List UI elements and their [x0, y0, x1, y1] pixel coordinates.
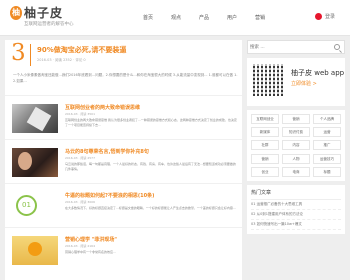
- list-item[interactable]: 01 牛逼的标题如何起?不要浪的相思(10条) 2016-03 · 阅读 300…: [5, 183, 242, 227]
- article-title[interactable]: 互联网创业者的两大致命错误思维: [65, 104, 140, 111]
- article-meta: 2016-03 · 阅读 2164: [65, 244, 95, 248]
- article-list: 互联网创业者的两大致命错误思维 2016-03 · 阅读 3501 互联网创业的…: [5, 95, 242, 271]
- article-meta: 2016-03 · 阅读 3006: [65, 200, 95, 204]
- article-title[interactable]: 牛逼的标题如何起?不要浪的相思(10条): [65, 192, 154, 199]
- article-feed: 3 90%做淘宝必死,请不要装逼 2016-03 · 阅读 2352 · 评论 …: [5, 40, 242, 280]
- main-nav: 首页 观点 产品 用户 营销: [143, 14, 283, 21]
- tag-item[interactable]: 营销: [251, 154, 279, 164]
- app-name: 柚子皮 web app: [291, 69, 345, 77]
- thumbnail-label: 01: [16, 195, 37, 216]
- nav-product[interactable]: 产品: [199, 14, 227, 21]
- weibo-icon: [315, 13, 322, 20]
- featured-divider: [30, 44, 31, 66]
- hot-article-link[interactable]: 03 如何快速写出一篇10w+爆文: [251, 220, 341, 230]
- tag-item[interactable]: 标题: [313, 167, 341, 177]
- featured-rank: 3: [11, 40, 26, 66]
- list-item[interactable]: 营销心理学 "菲洪现场" 2016-03 · 阅读 2164 营销心理学中有一个…: [5, 227, 242, 271]
- nav-home[interactable]: 首页: [143, 14, 171, 21]
- tag-item[interactable]: 社群: [251, 140, 279, 150]
- search-box: [247, 40, 345, 54]
- tag-item[interactable]: 营销: [282, 114, 310, 124]
- tag-item[interactable]: 新媒体: [251, 127, 279, 137]
- article-thumbnail[interactable]: [12, 236, 58, 265]
- thumbnail-graphic: [26, 106, 52, 132]
- article-thumbnail[interactable]: [12, 148, 58, 177]
- article-title[interactable]: 营销心理学 "菲洪现场": [65, 236, 117, 243]
- tag-item[interactable]: 运营技巧: [313, 154, 341, 164]
- article-excerpt: 互联网创业的两大致命错误思维 我认为很多创业者犯了...一种错误的思维方式和心态…: [65, 118, 237, 127]
- featured-meta: 2016-03 · 阅读 2352 · 评论 0: [37, 58, 86, 62]
- app-try-link[interactable]: 立即体验 >: [291, 80, 317, 87]
- login-link[interactable]: 登录: [315, 13, 335, 20]
- article-meta: 2016-03 · 阅读 3501: [65, 112, 95, 116]
- article-thumbnail[interactable]: [12, 104, 58, 133]
- thumbnail-graphic: [18, 152, 32, 170]
- tag-item[interactable]: 电商: [282, 167, 310, 177]
- hot-articles-heading: 热门文章: [251, 189, 341, 200]
- tag-item[interactable]: 内容: [282, 140, 310, 150]
- qr-code-image: [253, 64, 285, 96]
- hot-article-link[interactable]: 01 运营推广必备的十大思维工具: [251, 200, 341, 210]
- page: 柚 柚子皮 互联网运营者的解答中心 首页 观点 产品 用户 营销 登录 3 90…: [0, 0, 350, 280]
- featured-summary: 一个人小米像素做淘宝还能做...我们2016年底看到...问题，2.你想要的是什…: [13, 73, 238, 83]
- article-excerpt: 马云说的那些话，每一句都是真理，一个人最好的状态，有钱、有房、有车，也许这些人最…: [65, 162, 236, 171]
- tag-item[interactable]: 推广: [313, 140, 341, 150]
- tag-grid-secondary: 营销 人物 运营技巧 创业 电商 标题: [251, 154, 341, 177]
- nav-marketing[interactable]: 营销: [255, 14, 283, 21]
- tag-item[interactable]: 运营: [313, 127, 341, 137]
- tag-item[interactable]: 创业: [251, 167, 279, 177]
- search-icon[interactable]: [334, 44, 340, 50]
- article-thumbnail[interactable]: 01: [12, 192, 58, 221]
- tag-item[interactable]: 人物: [282, 154, 310, 164]
- article-meta: 2016-03 · 阅读 2577: [65, 156, 95, 160]
- article-excerpt: 营销心理学中有一个非常有名的效应...: [65, 250, 116, 254]
- login-label: 登录: [325, 14, 336, 20]
- hot-articles: 热门文章 01 运营推广必备的十大思维工具 02 从0到1搭建用户体系的方法论 …: [247, 185, 345, 234]
- featured-article[interactable]: 3 90%做淘宝必死,请不要装逼 2016-03 · 阅读 2352 · 评论 …: [5, 40, 242, 72]
- tag-cloud: 互联网创业 营销 个人品牌 新媒体 知识付费 运营 社群 内容 推广 营销 人物…: [247, 110, 345, 181]
- logo-icon[interactable]: 柚: [10, 6, 22, 20]
- app-promo: 柚子皮 web app 立即体验 >: [247, 58, 345, 106]
- featured-title[interactable]: 90%做淘宝必死,请不要装逼: [37, 45, 126, 55]
- list-item[interactable]: 互联网创业者的两大致命错误思维 2016-03 · 阅读 3501 互联网创业的…: [5, 95, 242, 139]
- nav-user[interactable]: 用户: [227, 14, 255, 21]
- tag-item[interactable]: 知识付费: [282, 127, 310, 137]
- list-item[interactable]: 马云的8句尊荣名言,悟到学你补充8句 2016-03 · 阅读 2577 马云说…: [5, 139, 242, 183]
- search-input[interactable]: [250, 42, 332, 52]
- site-header: 柚 柚子皮 互联网运营者的解答中心 首页 观点 产品 用户 营销 登录: [0, 0, 350, 36]
- sidebar: 柚子皮 web app 立即体验 > 互联网创业 营销 个人品牌 新媒体 知识付…: [247, 40, 345, 234]
- tag-item[interactable]: 个人品牌: [313, 114, 341, 124]
- nav-opinion[interactable]: 观点: [171, 14, 199, 21]
- site-logo[interactable]: 柚子皮: [24, 4, 63, 21]
- article-excerpt: 在大多数情况下，好的标题直接决定了...标题是文章的眼睛，一个好的标题能让人产生…: [65, 206, 236, 210]
- hot-article-link[interactable]: 02 从0到1搭建用户体系的方法论: [251, 210, 341, 220]
- thumbnail-graphic: [28, 242, 42, 256]
- article-title[interactable]: 马云的8句尊荣名言,悟到学你补充8句: [65, 148, 149, 155]
- site-tagline: 互联网运营者的解答中心: [24, 22, 74, 27]
- tag-item[interactable]: 互联网创业: [251, 114, 279, 124]
- tag-grid-primary: 互联网创业 营销 个人品牌 新媒体 知识付费 运营 社群 内容 推广: [251, 114, 341, 150]
